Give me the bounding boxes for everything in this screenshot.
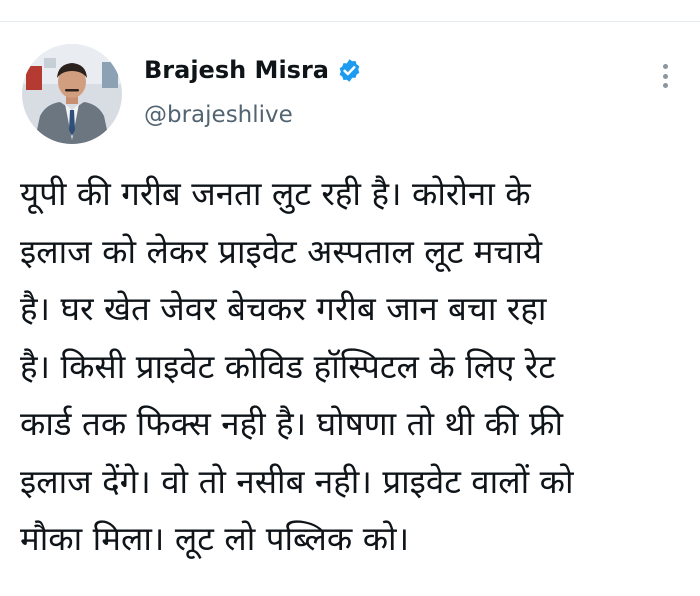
- tweet-line: है। घर खेत जेवर बेचकर गरीब जान बचा रहा: [20, 289, 547, 328]
- author-display-name[interactable]: Brajesh Misra: [144, 56, 329, 84]
- tweet-line: इलाज को लेकर प्राइवेट अस्पताल लूट मचाये: [20, 231, 543, 271]
- tweet-line: इलाज देंगे। वो तो नसीब नही। प्राइवेट वाल…: [20, 461, 574, 501]
- more-options-icon[interactable]: [655, 60, 675, 92]
- author-username[interactable]: @brajeshlive: [144, 102, 293, 128]
- more-dot-3: [662, 83, 668, 88]
- tweet-line: मौका मिला। लूट लो पब्लिक को।: [20, 519, 410, 558]
- top-divider: [0, 21, 700, 22]
- verified-badge-icon: [337, 58, 362, 83]
- tweet-line: यूपी की गरीब जनता लुट रही है। कोरोना के: [20, 174, 531, 213]
- more-dot-1: [662, 64, 668, 69]
- tweet-line: कार्ड तक फिक्स नही है। घोषणा तो थी की फ्…: [20, 404, 564, 443]
- tweet-text: यूपी की गरीब जनता लुट रही है। कोरोना के …: [20, 165, 685, 568]
- author-display-name-row[interactable]: Brajesh Misra: [144, 56, 362, 84]
- more-dot-2: [662, 73, 668, 79]
- avatar[interactable]: [22, 44, 122, 144]
- tweet-line: है। किसी प्राइवेट कोविड हॉस्पिटल के लिए …: [20, 346, 555, 386]
- avatar-photo: [22, 44, 122, 144]
